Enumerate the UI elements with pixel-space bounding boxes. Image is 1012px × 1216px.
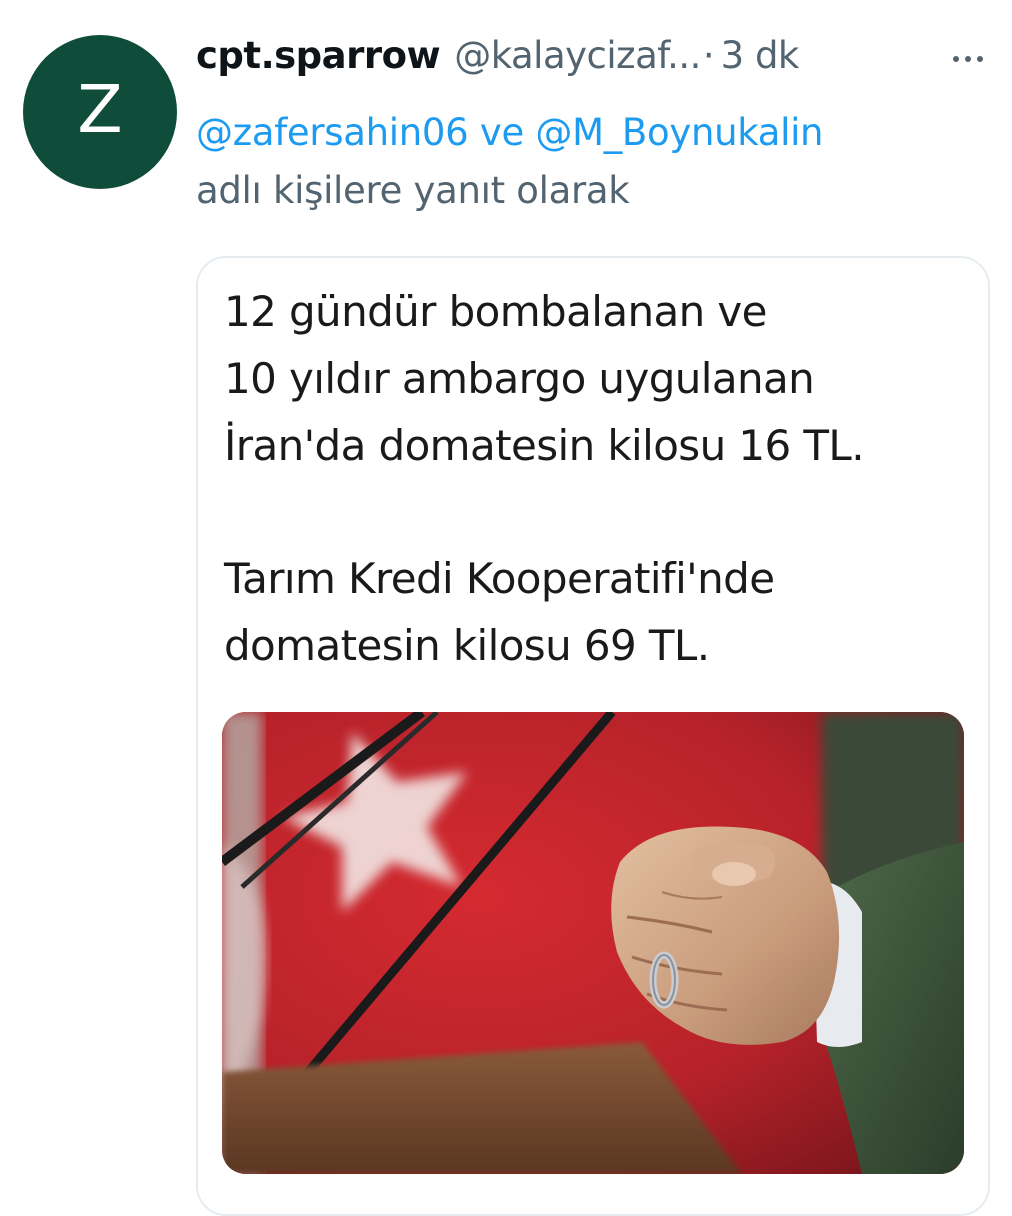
mention-link[interactable]: @M_Boynukalin: [535, 111, 823, 154]
timestamp[interactable]: 3 dk: [721, 34, 800, 77]
fist-flag-photo: [222, 712, 964, 1174]
reply-suffix: adlı kişilere yanıt olarak: [196, 169, 630, 212]
replying-to: @zafersahin06 ve @M_Boynukalin adlı kişi…: [196, 104, 996, 220]
image-text-line: 10 yıldır ambargo uygulanan: [224, 354, 815, 403]
tweet[interactable]: Z cpt.sparrow @kalaycizaf... · 3 dk @zaf…: [0, 0, 1012, 1216]
display-name[interactable]: cpt.sparrow: [196, 34, 441, 77]
reply-joiner: ve: [468, 111, 536, 154]
more-options-button[interactable]: [948, 44, 988, 74]
avatar[interactable]: Z: [23, 35, 177, 189]
image-text: 12 gündür bombalanan ve 10 yıldır ambarg…: [224, 278, 964, 679]
image-text-line: Tarım Kredi Kooperatifi'nde: [224, 554, 775, 603]
user-handle[interactable]: @kalaycizaf...: [454, 34, 701, 77]
tweet-header: cpt.sparrow @kalaycizaf... · 3 dk: [196, 34, 926, 86]
separator-dot: ·: [702, 34, 715, 77]
more-horizontal-icon-dot: [965, 56, 971, 62]
more-horizontal-icon: [953, 56, 959, 62]
image-text-line: 12 gündür bombalanan ve: [224, 287, 767, 336]
mention-link[interactable]: @zafersahin06: [196, 111, 469, 154]
image-text-line: domatesin kilosu 69 TL.: [224, 621, 710, 670]
attached-image-card[interactable]: 12 gündür bombalanan ve 10 yıldır ambarg…: [196, 256, 990, 1216]
more-horizontal-icon-dot: [977, 56, 983, 62]
avatar-letter: Z: [77, 71, 123, 148]
image-text-line: İran'da domatesin kilosu 16 TL.: [224, 421, 865, 470]
